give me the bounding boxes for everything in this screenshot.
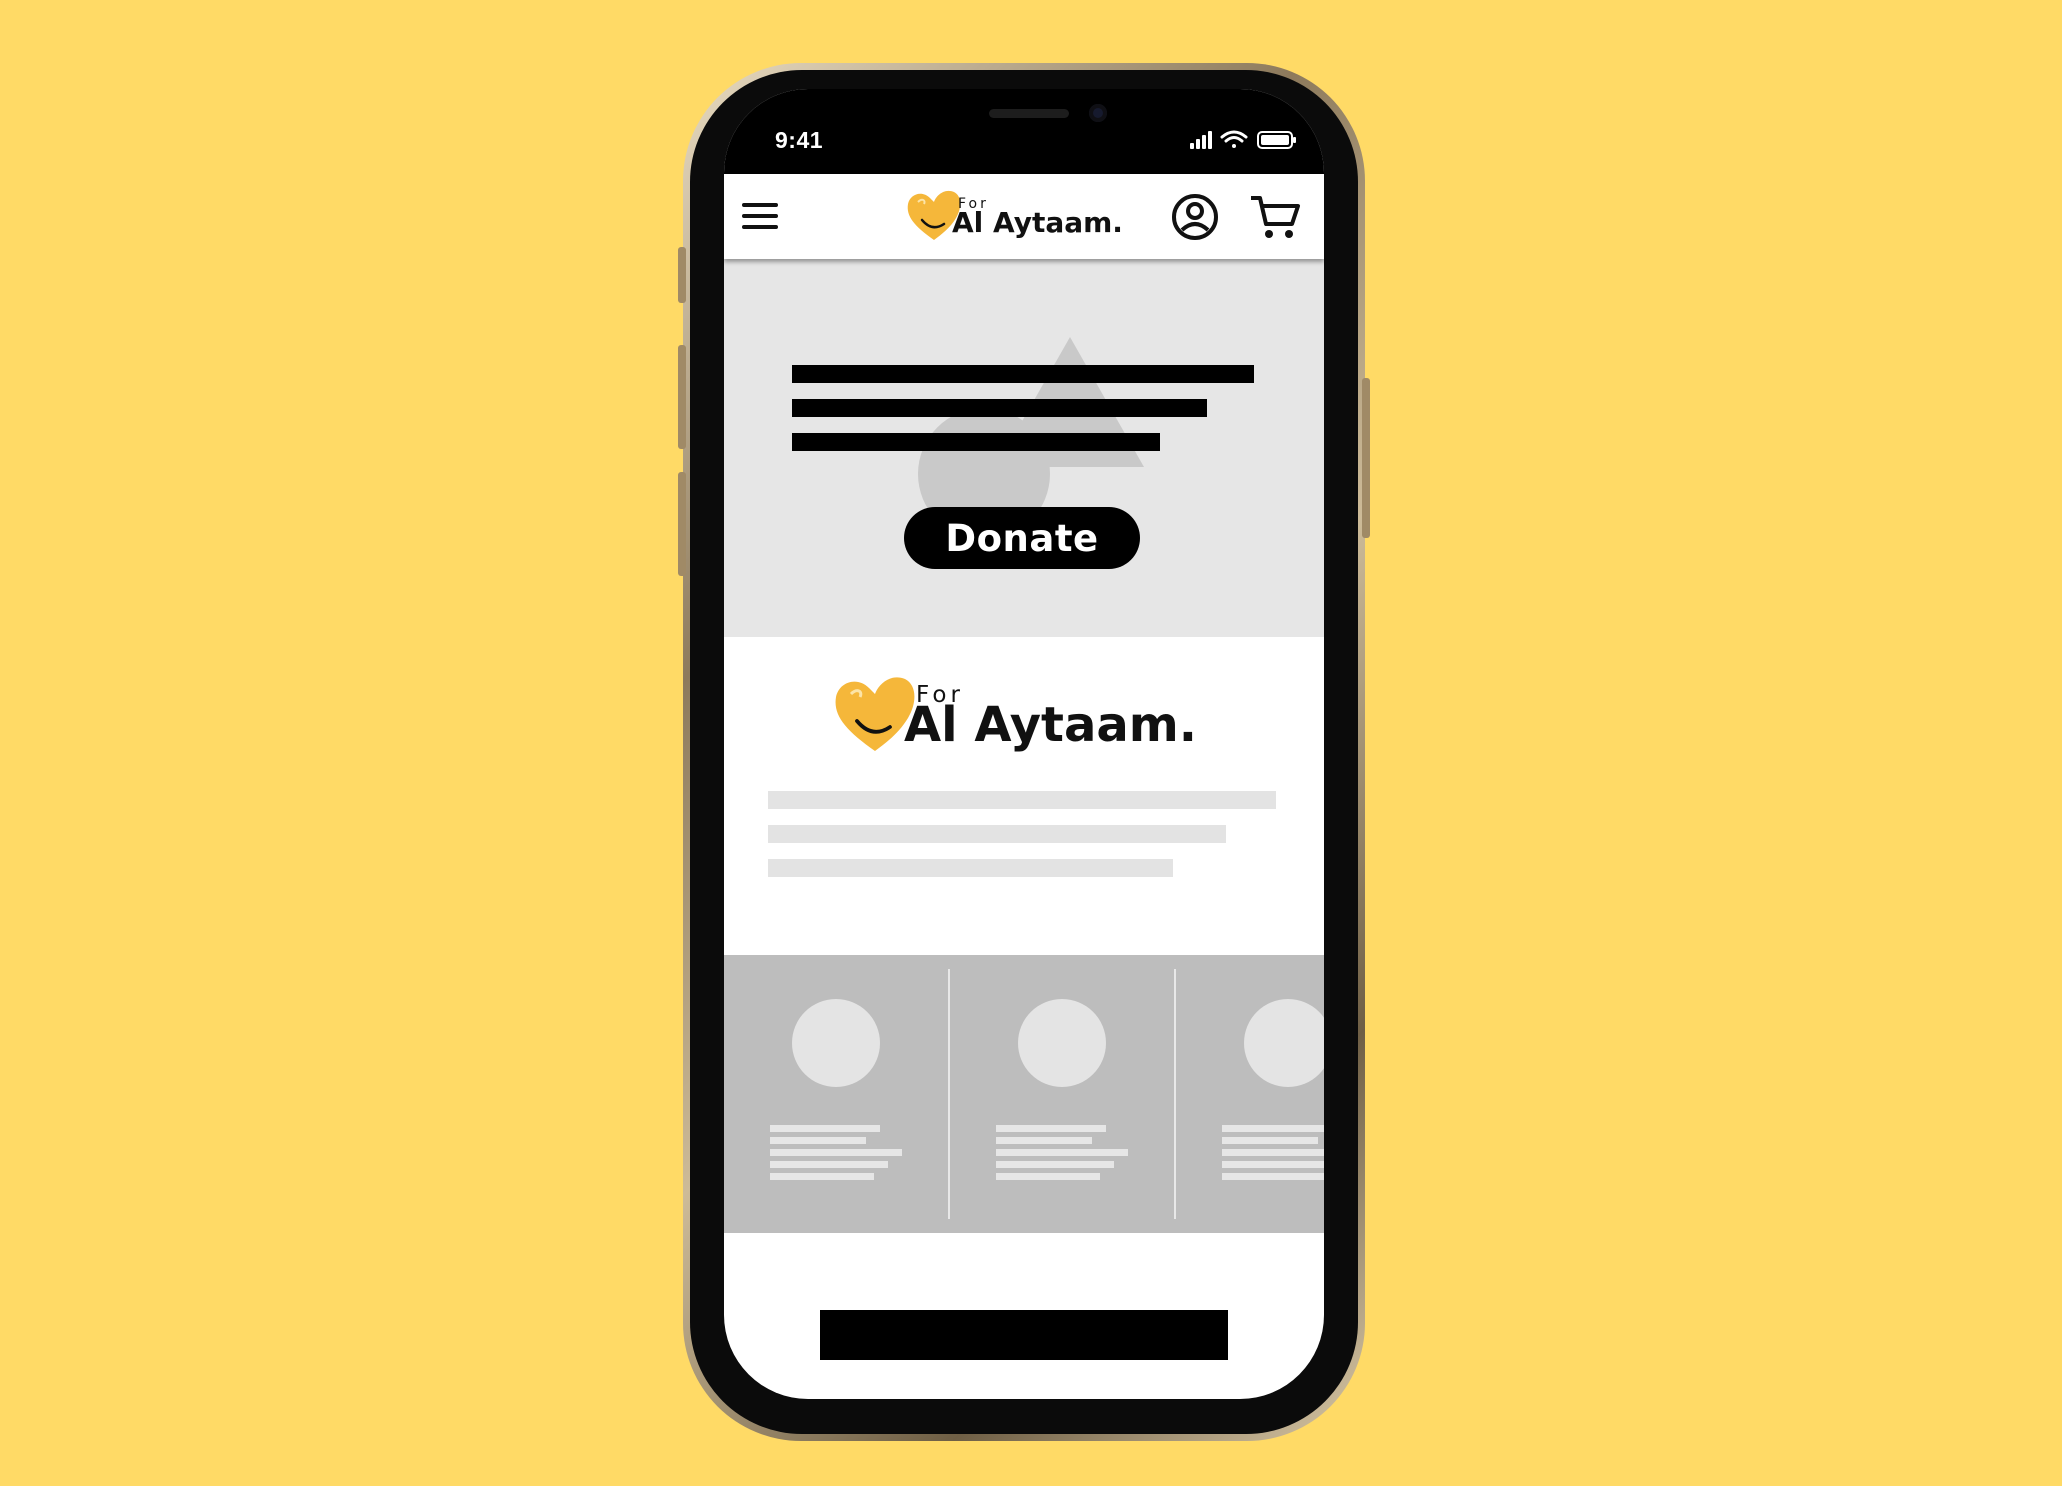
battery-icon <box>1257 131 1296 149</box>
card-avatar <box>792 999 880 1087</box>
status-icons <box>1190 130 1296 149</box>
logo-name-text: Al Aytaam. <box>904 697 1198 753</box>
card-text-line <box>770 1161 888 1168</box>
phone-screen: 9:41 For Al Aytaam. Donate For Al Aytaam… <box>724 89 1324 1399</box>
status-time: 9:41 <box>775 127 824 153</box>
about-text-line <box>768 825 1226 843</box>
hero-text-line <box>792 433 1160 451</box>
hero-text-line <box>792 399 1207 417</box>
cards-carousel[interactable] <box>724 955 1324 1233</box>
silent-switch <box>678 247 686 303</box>
volume-down-button <box>678 472 686 576</box>
card-text-line <box>996 1149 1128 1156</box>
card-text-line <box>996 1125 1106 1132</box>
wifi-icon <box>1220 130 1248 148</box>
card-text-line <box>1222 1137 1318 1144</box>
menu-icon[interactable] <box>740 199 780 233</box>
hero-text-line <box>792 365 1254 383</box>
card-text-line <box>996 1173 1100 1180</box>
card-text-line <box>1222 1173 1324 1180</box>
volume-up-button <box>678 345 686 449</box>
signal-icon <box>1190 131 1212 149</box>
about-logo: For Al Aytaam. <box>830 669 1230 769</box>
card-text-line <box>1222 1149 1324 1156</box>
card-text-line <box>770 1125 880 1132</box>
app-header: For Al Aytaam. <box>724 174 1324 259</box>
about-section: For Al Aytaam. <box>724 637 1324 955</box>
front-camera <box>1089 104 1107 122</box>
card-text-line <box>1222 1125 1324 1132</box>
about-text-line <box>768 859 1173 877</box>
card-text-line <box>770 1137 866 1144</box>
card-text-line <box>770 1149 902 1156</box>
card-item[interactable] <box>724 955 949 1233</box>
card-avatar <box>1244 999 1324 1087</box>
donate-button[interactable]: Donate <box>904 507 1140 569</box>
cart-icon[interactable] <box>1248 192 1302 242</box>
card-text-line <box>996 1161 1114 1168</box>
card-avatar <box>1018 999 1106 1087</box>
bottom-cta-button[interactable] <box>820 1310 1228 1360</box>
power-button <box>1362 378 1370 538</box>
logo-name-text: Al Aytaam. <box>952 206 1123 239</box>
card-text-line <box>770 1173 874 1180</box>
speaker-grille <box>989 109 1069 118</box>
card-item[interactable] <box>1176 955 1324 1233</box>
card-item[interactable] <box>950 955 1175 1233</box>
card-text-line <box>996 1137 1092 1144</box>
card-text-line <box>1222 1161 1324 1168</box>
hero-banner: Donate <box>724 259 1324 637</box>
about-text-line <box>768 791 1276 809</box>
header-logo[interactable]: For Al Aytaam. <box>904 186 1144 246</box>
notch <box>884 89 1164 133</box>
account-icon[interactable] <box>1170 192 1220 242</box>
